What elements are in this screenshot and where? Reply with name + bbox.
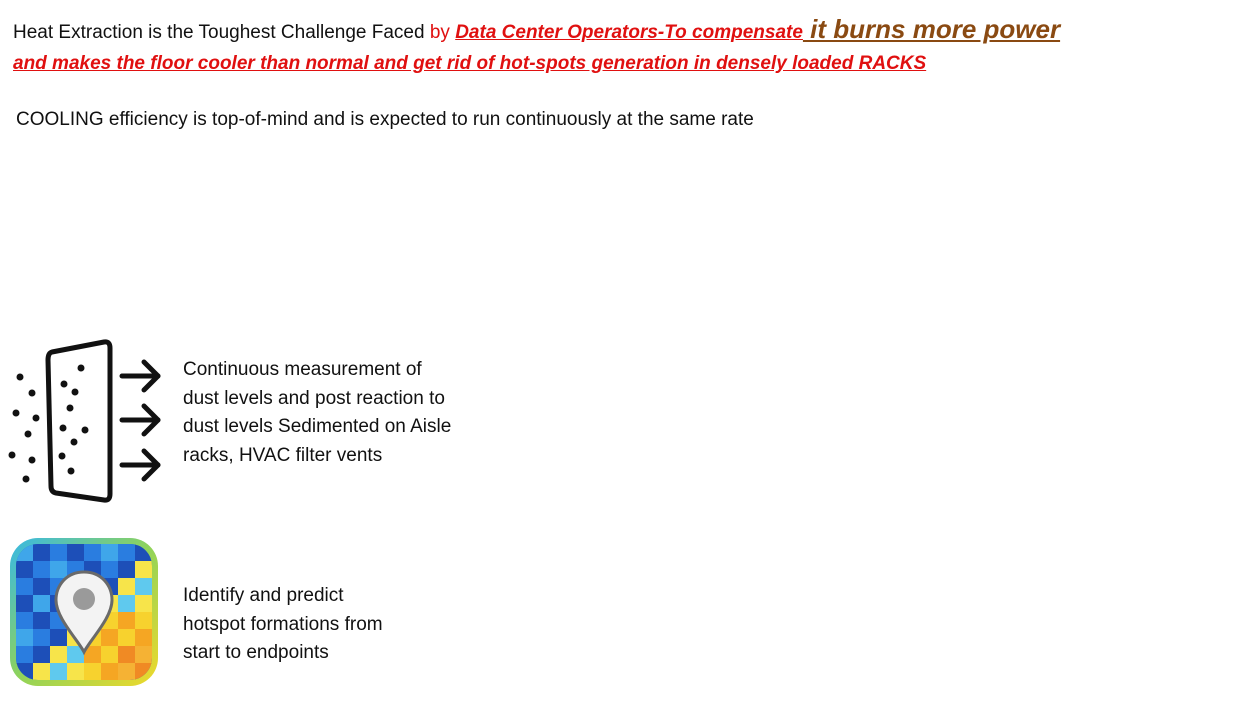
heatmap-cell: [135, 595, 152, 612]
feature-dust-measurement: Continuous measurement of dust levels an…: [0, 338, 600, 508]
headline-by: by: [429, 22, 456, 43]
heatmap-cell: [118, 646, 135, 663]
heatmap-cell: [16, 629, 33, 646]
heatmap-cell: [118, 663, 135, 680]
heatmap-cell: [118, 561, 135, 578]
heatmap-cell: [84, 544, 101, 561]
feature-dust-text: Continuous measurement of dust levels an…: [183, 359, 452, 466]
heatmap-cell: [50, 663, 67, 680]
heatmap-cell: [118, 578, 135, 595]
heatmap-cell: [16, 612, 33, 629]
air-filter-dust-icon: [8, 338, 168, 506]
heatmap-cell: [135, 561, 152, 578]
heatmap-cell: [33, 561, 50, 578]
heatmap-cell: [16, 646, 33, 663]
heatmap-cell: [33, 663, 50, 680]
heatmap-location-pin-icon: [8, 536, 160, 688]
feature-hotspot-text: Identify and predict hotspot formations …: [183, 585, 383, 663]
heatmap-cell: [135, 629, 152, 646]
headline-floor-emphasis: and makes the floor cooler than normal a…: [13, 53, 927, 74]
heatmap-cell: [118, 612, 135, 629]
heatmap-cell: [50, 561, 67, 578]
headline-operators-emphasis: Data Center Operators-To compensate: [455, 22, 803, 43]
heatmap-cell: [50, 544, 67, 561]
cooling-statement: COOLING efficiency is top-of-mind and is…: [16, 109, 754, 130]
heatmap-cell: [16, 595, 33, 612]
heatmap-cell: [33, 595, 50, 612]
heatmap-cell: [33, 629, 50, 646]
heatmap-cell: [67, 544, 84, 561]
heatmap-cell: [50, 629, 67, 646]
heatmap-cell: [33, 612, 50, 629]
heatmap-cell: [135, 612, 152, 629]
heatmap-cell: [67, 663, 84, 680]
heatmap-cell: [101, 544, 118, 561]
heatmap-cell: [118, 629, 135, 646]
heatmap-cell: [33, 578, 50, 595]
heatmap-cell: [16, 578, 33, 595]
heatmap-cell: [101, 629, 118, 646]
heatmap-cell: [84, 663, 101, 680]
heatmap-cell: [118, 544, 135, 561]
heatmap-cell: [135, 578, 152, 595]
feature-hotspot-prediction: Identify and predict hotspot formations …: [0, 536, 600, 691]
headline: Heat Extraction is the Toughest Challeng…: [13, 14, 1233, 79]
heatmap-cell: [101, 561, 118, 578]
heatmap-cell: [33, 544, 50, 561]
headline-power-emphasis: it burns more power: [802, 14, 1061, 44]
heatmap-cell: [135, 646, 152, 663]
heatmap-cell: [33, 646, 50, 663]
heatmap-cell: [118, 595, 135, 612]
heatmap-cell: [16, 561, 33, 578]
heatmap-cell: [101, 663, 118, 680]
heatmap-cell: [50, 646, 67, 663]
headline-intro: Heat Extraction is the Toughest Challeng…: [13, 22, 430, 43]
heatmap-cell: [101, 646, 118, 663]
